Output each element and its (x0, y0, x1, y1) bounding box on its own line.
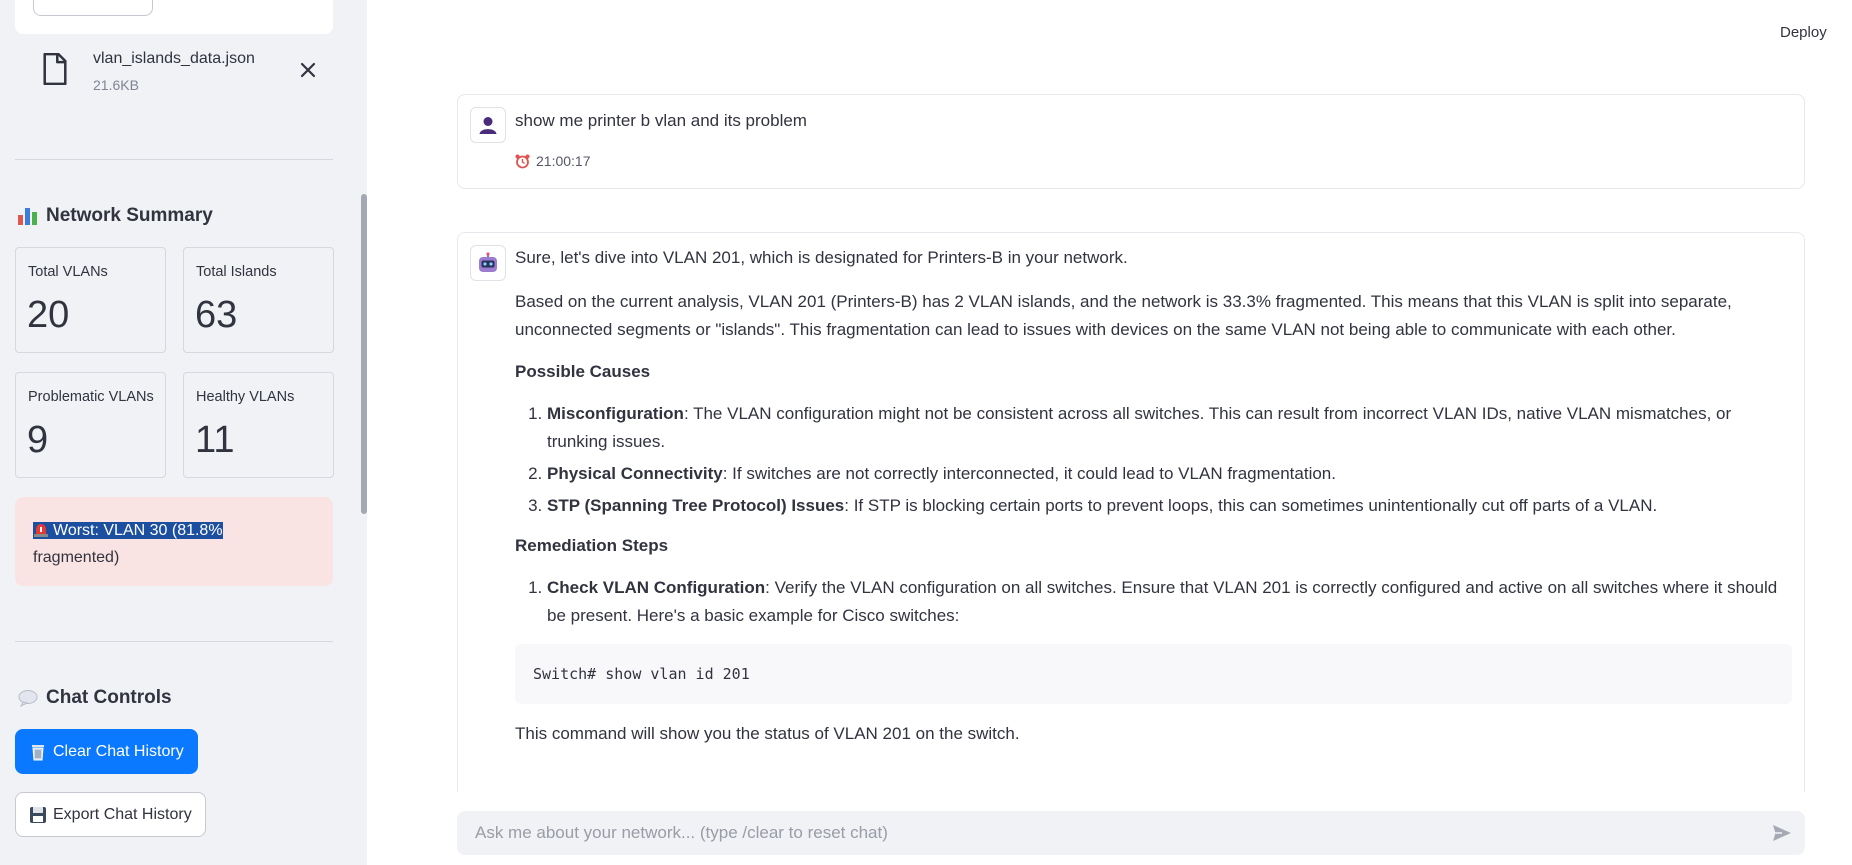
metric-problematic-vlans: Problematic VLANs 9 (15, 372, 166, 478)
chat-input-bar (457, 811, 1805, 855)
cause-title: STP (Spanning Tree Protocol) Issues (547, 496, 845, 515)
alert-rest-text: fragmented) (33, 549, 120, 566)
file-uploader (15, 0, 333, 34)
user-icon (479, 117, 497, 134)
sidebar-scrollbar[interactable] (361, 194, 367, 514)
metric-label: Problematic VLANs (28, 389, 154, 405)
divider (15, 641, 333, 642)
user-message-body: show me printer b vlan and its problem 2… (515, 107, 1792, 175)
metric-total-vlans: Total VLANs 20 (15, 247, 166, 353)
robot-icon (479, 252, 497, 272)
cause-title: Physical Connectivity (547, 464, 723, 483)
metric-label: Total Islands (196, 264, 277, 280)
assistant-avatar (470, 245, 506, 281)
export-chat-history-button[interactable]: Export Chat History (15, 792, 206, 837)
timestamp-text: 21:00:17 (536, 153, 591, 169)
browse-files-button[interactable] (33, 0, 153, 16)
floppy-disk-icon (30, 806, 46, 823)
step-title: Check VLAN Configuration (547, 578, 766, 597)
assistant-message: Sure, let's dive into VLAN 201, which is… (457, 232, 1805, 792)
metric-value: 63 (195, 294, 238, 336)
uploaded-file: vlan_islands_data.json 21.6KB (15, 45, 333, 105)
metric-value: 9 (27, 419, 49, 461)
assistant-message-body: Sure, let's dive into VLAN 201, which is… (515, 244, 1792, 748)
alert-text: Worst: VLAN 30 (81.8% fragmented) (33, 517, 323, 571)
assistant-analysis: Based on the current analysis, VLAN 201 … (515, 292, 1732, 339)
alert-highlight-text: Worst: VLAN 30 (81.8% (53, 522, 223, 539)
network-summary-heading: Network Summary (18, 205, 213, 227)
app-root: vlan_islands_data.json 21.6KB Network Su… (0, 0, 1852, 865)
causes-list: Misconfiguration: The VLAN configuration… (547, 400, 1792, 520)
send-icon[interactable] (1771, 822, 1793, 844)
user-avatar (470, 107, 506, 143)
user-message: show me printer b vlan and its problem 2… (457, 94, 1805, 189)
remediation-heading: Remediation Steps (515, 536, 669, 555)
user-message-text: show me printer b vlan and its problem (515, 111, 807, 130)
metric-value: 11 (195, 419, 235, 461)
speech-bubble-icon (18, 690, 38, 707)
list-item: Physical Connectivity: If switches are n… (547, 460, 1792, 488)
close-icon (300, 62, 316, 78)
assistant-intro: Sure, let's dive into VLAN 201, which is… (515, 248, 1128, 267)
metric-total-islands: Total Islands 63 (183, 247, 334, 353)
cause-text: : If switches are not correctly intercon… (722, 464, 1336, 483)
cause-text: : The VLAN configuration might not be co… (547, 404, 1732, 451)
file-name: vlan_islands_data.json (93, 50, 255, 67)
metric-value: 20 (27, 294, 70, 336)
alert-highlight: Worst: VLAN 30 (81.8% (33, 522, 223, 539)
worst-vlan-alert: Worst: VLAN 30 (81.8% fragmented) (15, 497, 333, 586)
metric-healthy-vlans: Healthy VLANs 11 (183, 372, 334, 478)
siren-icon (34, 524, 48, 537)
assistant-after-code: This command will show you the status of… (515, 724, 1020, 743)
list-item: Misconfiguration: The VLAN configuration… (547, 400, 1792, 456)
clear-chat-history-label: Clear Chat History (53, 742, 184, 760)
network-summary-title: Network Summary (46, 205, 213, 226)
chat-controls-heading: Chat Controls (18, 687, 172, 709)
chat-controls-title: Chat Controls (46, 687, 172, 708)
divider (15, 159, 333, 160)
file-icon (43, 53, 67, 85)
alarm-clock-icon (515, 154, 530, 168)
metric-label: Healthy VLANs (196, 389, 295, 405)
bar-chart-icon (18, 207, 38, 225)
sidebar: vlan_islands_data.json 21.6KB Network Su… (0, 0, 367, 865)
remove-file-button[interactable] (293, 55, 323, 85)
trash-icon (32, 744, 44, 760)
cause-text: : If STP is blocking certain ports to pr… (844, 496, 1658, 515)
deploy-button[interactable]: Deploy (1780, 24, 1827, 41)
causes-heading: Possible Causes (515, 362, 651, 381)
timestamp: 21:00:17 (515, 147, 1792, 175)
clear-chat-history-button[interactable]: Clear Chat History (15, 729, 198, 774)
code-block: Switch# show vlan id 201 (515, 644, 1792, 704)
chat-input[interactable] (475, 811, 1735, 855)
cause-title: Misconfiguration (547, 404, 684, 423)
remediation-list: Check VLAN Configuration: Verify the VLA… (547, 574, 1792, 630)
file-size: 21.6KB (93, 77, 139, 93)
list-item: Check VLAN Configuration: Verify the VLA… (547, 574, 1792, 630)
export-chat-history-label: Export Chat History (53, 805, 192, 823)
metric-label: Total VLANs (28, 264, 108, 280)
list-item: STP (Spanning Tree Protocol) Issues: If … (547, 492, 1792, 520)
